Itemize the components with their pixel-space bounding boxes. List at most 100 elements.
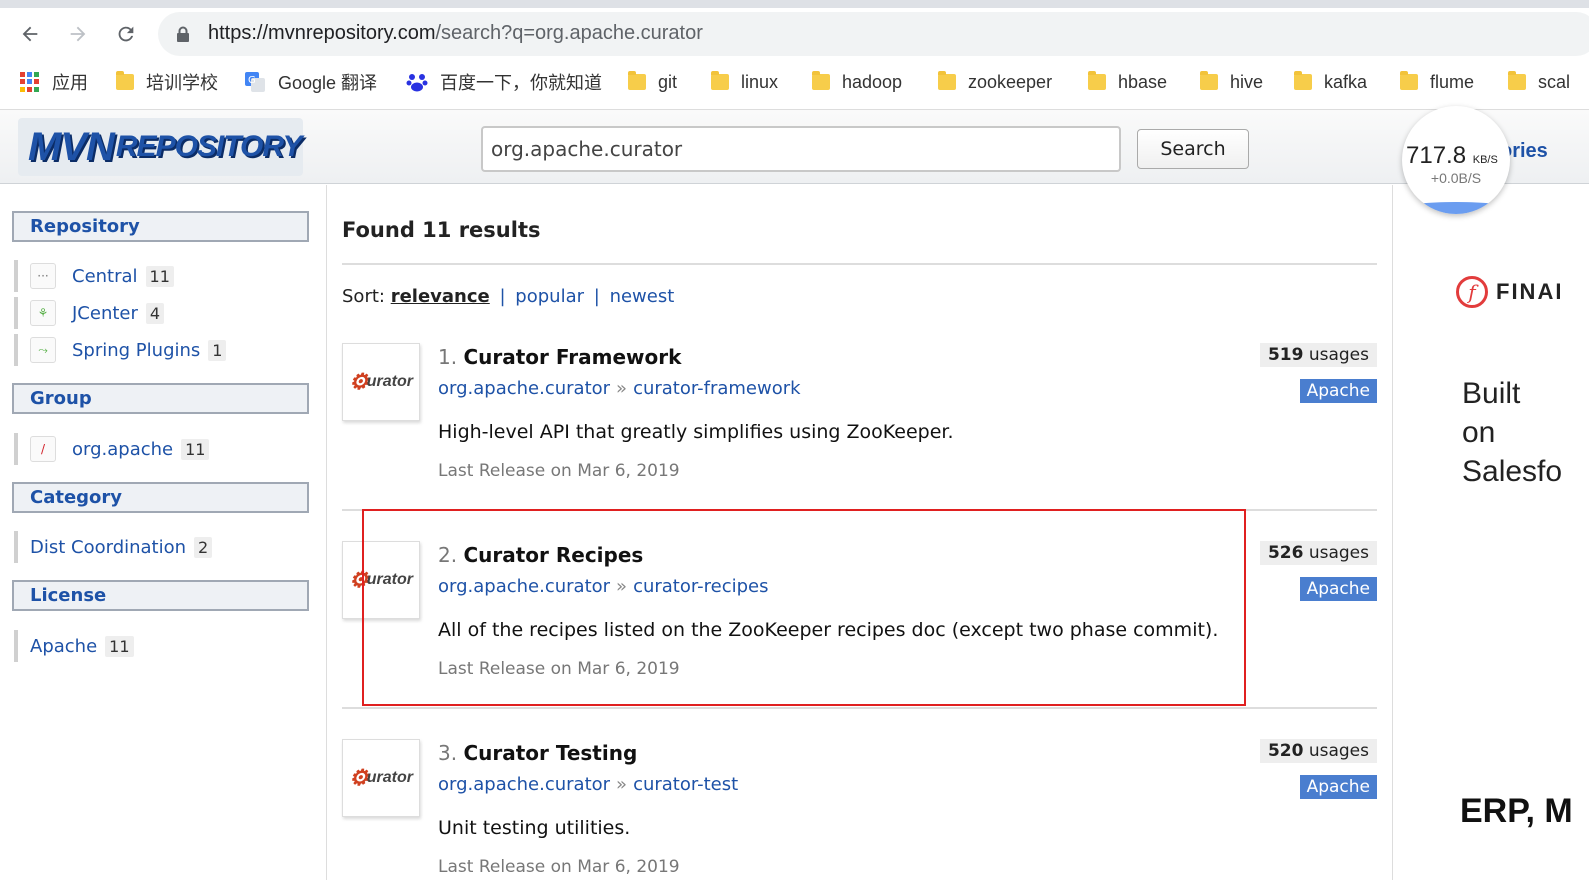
speed-unit: KB/S — [1472, 154, 1498, 166]
sidebar-item-label: Apache — [30, 635, 98, 657]
usages-count: 519 — [1267, 345, 1304, 365]
ad-bottom-text[interactable]: ERP, M — [1460, 792, 1573, 831]
apps-grid-icon — [20, 72, 40, 92]
usages-badge[interactable]: 526 usages — [1259, 541, 1377, 565]
ad-line: Built — [1462, 377, 1521, 410]
result-divider — [342, 707, 1377, 709]
sort-relevance[interactable]: relevance — [391, 286, 490, 307]
bookmark-apps[interactable]: 应用 — [20, 66, 88, 98]
result-title[interactable]: 1. Curator Framework — [438, 345, 681, 369]
bookmark-label: git — [658, 71, 678, 92]
ad-text[interactable]: Built on Salesfo — [1462, 374, 1562, 491]
arrow-left-icon — [22, 26, 38, 42]
folder-icon — [628, 71, 646, 90]
usages-badge[interactable]: 520 usages — [1259, 739, 1377, 763]
result-date: Last Release on Mar 6, 2019 — [438, 461, 680, 481]
sort-popular[interactable]: popular — [515, 286, 584, 307]
result-name: Curator Framework — [463, 345, 682, 369]
bookmark-baidu[interactable]: 百度一下，你就知道 — [406, 66, 602, 98]
sidebar-item-label: Central — [72, 265, 138, 287]
group-link[interactable]: org.apache.curator — [438, 774, 610, 795]
count-badge: 4 — [145, 302, 165, 324]
result-title[interactable]: 3. Curator Testing — [438, 741, 637, 765]
usages-count: 526 — [1267, 543, 1304, 563]
bookmark-training[interactable]: 培训学校 — [116, 66, 218, 98]
reload-button[interactable] — [110, 18, 142, 50]
logo-main-text: MVN — [28, 124, 115, 169]
bookmark-label: hbase — [1118, 71, 1168, 92]
bookmark-kafka[interactable]: kafka — [1294, 66, 1367, 98]
curator-logo[interactable]: ⚙ urator — [342, 739, 420, 817]
license-badge: Apache — [1299, 775, 1377, 799]
folder-icon — [1200, 71, 1218, 90]
bookmark-linux[interactable]: linux — [711, 66, 778, 98]
sidebar-item-dist-coordination[interactable]: Dist Coordination 2 — [14, 531, 213, 563]
bookmark-git[interactable]: git — [628, 66, 677, 98]
bookmark-label: hive — [1230, 71, 1264, 92]
results-title: Found 11 results — [342, 218, 541, 242]
bookmark-label: Google 翻译 — [278, 73, 378, 93]
sort-newest[interactable]: newest — [610, 286, 675, 307]
bookmark-zookeeper[interactable]: zookeeper — [938, 66, 1052, 98]
mvn-repository-logo[interactable]: MVN REPOSITORY — [18, 118, 303, 176]
network-speed-widget[interactable]: 717.8 KB/S +0.0B/S — [1402, 106, 1510, 214]
sidebar-item-spring-plugins[interactable]: ⤳ Spring Plugins 1 — [14, 334, 227, 366]
bookmark-hbase[interactable]: hbase — [1088, 66, 1167, 98]
bookmark-label: linux — [741, 71, 779, 92]
usages-label: usages — [1308, 345, 1369, 365]
curator-logo[interactable]: ⚙ urator — [342, 343, 420, 421]
license-badge: Apache — [1299, 379, 1377, 403]
raquo-separator: » — [616, 774, 628, 795]
result-name: Curator Testing — [463, 741, 638, 765]
count-badge: 11 — [105, 635, 134, 657]
bookmark-google-translate[interactable]: G Google 翻译 — [244, 66, 377, 98]
count-badge: 11 — [145, 265, 174, 287]
ad-logo[interactable]: f FINAI — [1456, 276, 1563, 308]
url-path: /search?q=org.apache.curator — [435, 22, 703, 44]
search-button[interactable]: Search — [1137, 129, 1249, 169]
bookmark-hive[interactable]: hive — [1200, 66, 1263, 98]
address-bar[interactable]: https://mvnrepository.com/search?q=org.a… — [158, 12, 1589, 56]
bookmark-label: 应用 — [52, 73, 88, 93]
search-input[interactable] — [481, 126, 1121, 172]
sidebar-item-apache-license[interactable]: Apache 11 — [14, 630, 134, 662]
sidebar-item-central[interactable]: ··· Central 11 — [14, 260, 174, 292]
apache-feather-icon: / — [30, 436, 56, 462]
speed-sub: +0.0B/S — [1430, 170, 1482, 186]
forward-button[interactable] — [62, 18, 94, 50]
folder-icon — [812, 71, 830, 90]
ad-divider — [1392, 185, 1393, 880]
sidebar-item-org-apache[interactable]: / org.apache 11 — [14, 433, 210, 465]
artifact-link[interactable]: curator-framework — [633, 378, 800, 399]
sidebar-item-jcenter[interactable]: ⚘ JCenter 4 — [14, 297, 165, 329]
bookmark-hadoop[interactable]: hadoop — [812, 66, 902, 98]
arrow-right-icon — [70, 26, 86, 42]
spring-icon: ⤳ — [30, 337, 56, 363]
back-button[interactable] — [14, 18, 46, 50]
site-header: MVNREPOSITORY Search ories — [0, 110, 1589, 184]
logo-sub-text: REPOSITORY — [115, 130, 303, 163]
group-link[interactable]: org.apache.curator — [438, 378, 610, 399]
artifact-link[interactable]: curator-test — [633, 774, 738, 795]
count-badge: 2 — [194, 536, 213, 558]
speed-wave — [1402, 202, 1510, 214]
sidebar-item-label: Dist Coordination — [30, 536, 187, 558]
license-heading: License — [12, 580, 309, 611]
lock-icon — [177, 26, 189, 42]
speed-value: 717.8 KB/S — [1406, 142, 1498, 170]
sort-label: Sort: — [342, 286, 385, 307]
url-text: https://mvnrepository.com/search?q=org.a… — [208, 22, 703, 45]
left-sidebar: Repository ··· Central 11 ⚘ JCenter 4 ⤳ … — [0, 185, 326, 880]
brand-f-icon: f — [1456, 276, 1488, 308]
license-badge: Apache — [1299, 577, 1377, 601]
bookmark-flume[interactable]: flume — [1400, 66, 1474, 98]
sidebar-item-label: org.apache — [72, 438, 174, 460]
sort-separator: | — [499, 286, 506, 307]
folder-icon — [1294, 71, 1312, 90]
bookmark-scala[interactable]: scal — [1508, 66, 1570, 98]
usages-badge[interactable]: 519 usages — [1259, 343, 1377, 367]
bookmark-label: zookeeper — [968, 71, 1053, 92]
svg-text:G: G — [248, 75, 256, 86]
title-divider — [342, 263, 1377, 265]
ad-brand: FINAI — [1496, 279, 1564, 304]
